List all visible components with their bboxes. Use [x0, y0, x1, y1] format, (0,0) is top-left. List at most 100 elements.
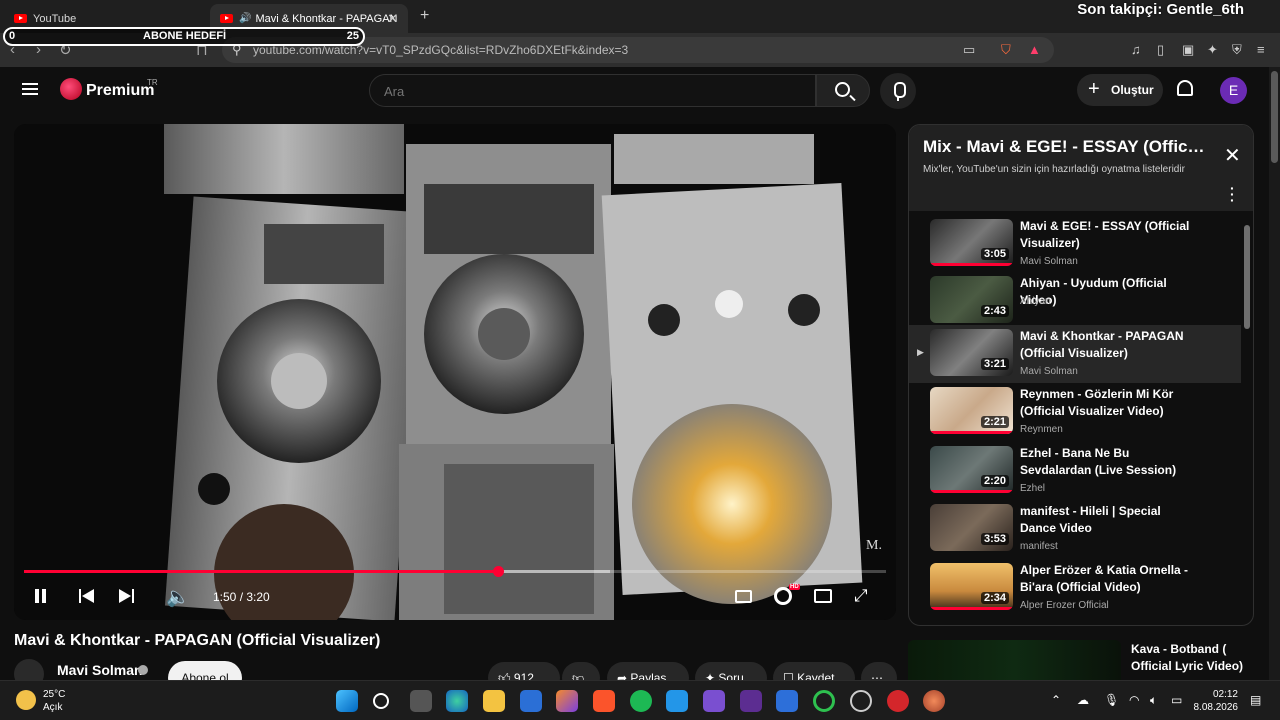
up-next-video[interactable]: Kava - Botband ( Official Lyric Video) [908, 640, 1254, 680]
playlist-item[interactable]: 2:34 Alper Erözer & Katia Ornella - Bi'a… [909, 559, 1241, 617]
app-ring-icon[interactable] [813, 690, 835, 712]
video-thumbnail[interactable]: 3:53 [930, 504, 1013, 551]
obs-icon[interactable] [850, 690, 872, 712]
playlist-item-channel: Ahiyan [1020, 296, 1051, 307]
video-player[interactable]: M. 🔈 1:50 / 3:20 HD ⤢ [14, 124, 896, 620]
video-thumbnail[interactable] [908, 640, 1121, 680]
store-icon[interactable] [520, 690, 542, 712]
tray-overflow-icon[interactable]: ⌃ [1051, 693, 1061, 707]
start-windows-icon[interactable] [336, 690, 358, 712]
notifications-bell-icon[interactable] [1177, 80, 1193, 96]
browser-menu-icon[interactable]: ≡ [1257, 42, 1265, 57]
edge-icon[interactable] [446, 690, 468, 712]
app-burst-icon[interactable] [923, 690, 945, 712]
onedrive-icon[interactable]: ☁ [1077, 693, 1089, 707]
file-explorer-icon[interactable] [483, 690, 505, 712]
sidebar-icon[interactable]: ▯ [1157, 42, 1164, 58]
weather-widget[interactable]: 25°C Açık [43, 688, 65, 714]
progress-bar[interactable] [24, 566, 886, 577]
playlist-item[interactable]: 3:53 manifest - Hileli | Special Dance V… [909, 500, 1241, 558]
new-tab-button[interactable]: + [420, 7, 429, 25]
playlist-item[interactable]: 3:05 Mavi & EGE! - ESSAY (Official Visua… [909, 215, 1241, 273]
volume-icon[interactable]: 🔈 [166, 585, 190, 609]
playlist-scrollbar[interactable] [1244, 225, 1250, 329]
media-icon[interactable]: ♫ [1131, 42, 1141, 57]
scrollbar-thumb[interactable] [1271, 71, 1278, 163]
volume-icon[interactable]: 🔈︎ [1150, 693, 1157, 708]
theater-mode-icon[interactable] [814, 589, 832, 603]
voice-search-icon[interactable] [880, 73, 916, 109]
video-frame-speakers [14, 124, 896, 620]
playlist-item[interactable]: 2:21 Reynmen - Gözlerin Mi Kör (Official… [909, 383, 1241, 441]
playlist-item-current[interactable]: ▶ 3:21 Mavi & Khontkar - PAPAGAN (Offici… [909, 325, 1241, 383]
notifications-icon[interactable]: ▤ [1250, 693, 1261, 707]
app-a-icon[interactable] [776, 690, 798, 712]
channel-name[interactable]: Mavi Solman [57, 662, 143, 678]
playlist-item-title: Mavi & Khontkar - PAPAGAN (Official Visu… [1020, 329, 1184, 360]
playlist-item-title: manifest - Hileli | Special Dance Video [1020, 504, 1161, 535]
video-thumbnail[interactable]: 2:34 [930, 563, 1013, 610]
audio-playing-icon[interactable]: 🔊 [239, 13, 251, 24]
playlist-item-channel: Ezhel [1020, 483, 1046, 494]
visual-studio-2-icon[interactable] [740, 690, 762, 712]
next-icon[interactable] [119, 588, 135, 604]
vscode-icon[interactable] [666, 690, 688, 712]
logo-text[interactable]: Premium [86, 82, 154, 100]
video-thumbnail[interactable]: 2:20 [930, 446, 1013, 493]
pause-icon[interactable] [34, 589, 48, 603]
tab-close-icon[interactable]: ✕ [387, 11, 398, 27]
video-thumbnail[interactable]: 2:21 [930, 387, 1013, 434]
search-input[interactable] [384, 84, 784, 99]
youtube-favicon-icon [220, 14, 233, 23]
brave-rewards-icon[interactable]: ▲ [1028, 42, 1041, 57]
duration: 3:21 [980, 358, 1009, 370]
search-icon[interactable] [373, 693, 389, 709]
playlist-item[interactable]: 2:20 Ezhel - Bana Ne Bu Sevdalardan (Liv… [909, 442, 1241, 500]
battery-icon[interactable]: ▭ [1171, 693, 1182, 707]
leo-ai-icon[interactable]: ✦ [1207, 42, 1218, 58]
create-button[interactable]: + Oluştur [1077, 74, 1163, 106]
subtitles-icon[interactable] [735, 590, 752, 603]
weather-moon-icon[interactable] [16, 690, 36, 710]
spotify-icon[interactable] [630, 690, 652, 712]
playlist-item-title: Alper Erözer & Katia Ornella - Bi'ara (O… [1020, 563, 1189, 594]
user-avatar[interactable]: E [1220, 77, 1247, 104]
wifi-icon[interactable]: ◠ [1129, 693, 1139, 707]
playlist-item[interactable]: 2:43 Ahiyan - Uyudum (Official Video) Ah… [909, 272, 1241, 330]
youtube-premium-logo-icon[interactable] [60, 78, 82, 100]
brave-icon[interactable] [593, 690, 615, 712]
hamburger-menu-icon[interactable] [22, 83, 38, 95]
search-box[interactable] [369, 74, 816, 107]
previous-icon[interactable] [79, 588, 95, 604]
video-thumbnail[interactable]: 2:43 [930, 276, 1013, 323]
duration: 3:05 [980, 248, 1009, 260]
visual-studio-icon[interactable] [703, 690, 725, 712]
task-view-icon[interactable] [410, 690, 432, 712]
clock[interactable]: 02:12 8.08.2026 [1194, 688, 1239, 714]
video-thumbnail[interactable]: 3:05 [930, 219, 1013, 266]
goal-target: 25 [346, 30, 359, 42]
cast-icon[interactable]: ▭ [963, 42, 975, 58]
wallet-icon[interactable]: ▣ [1182, 42, 1194, 58]
playlist-item-title: Mavi & EGE! - ESSAY (Official Visualizer… [1020, 219, 1190, 250]
playlist-title[interactable]: Mix - Mavi & EGE! - ESSAY (Official ... [923, 137, 1208, 157]
watched-bar [930, 490, 1013, 493]
playlist-item-title: Reynmen - Gözlerin Mi Kör (Official Visu… [1020, 387, 1174, 418]
fullscreen-icon[interactable]: ⤢ [854, 586, 868, 606]
close-icon[interactable]: ✕ [1224, 143, 1241, 168]
m365-icon[interactable] [556, 690, 578, 712]
youtube-header: Premium TR + Oluştur E [0, 67, 1268, 115]
vpn-icon[interactable]: ⛨ [1232, 42, 1242, 58]
goal-start: 0 [9, 30, 16, 42]
video-thumbnail[interactable]: 3:21 [930, 329, 1013, 376]
microphone-icon[interactable]: 🎙︎ [1104, 693, 1119, 707]
time-display: 1:50 / 3:20 [213, 590, 270, 604]
goal-label: ABONE HEDEFİ [143, 30, 227, 42]
search-button[interactable] [816, 74, 870, 107]
page-scrollbar[interactable] [1269, 67, 1280, 680]
playlist-subtitle: Mix'ler, YouTube'un sizin için hazırladı… [923, 164, 1185, 175]
verified-icon [138, 665, 148, 675]
recorder-icon[interactable] [887, 690, 909, 712]
brave-shield-icon[interactable]: ⛉ [1001, 42, 1011, 58]
more-vert-icon[interactable]: · · · [1230, 181, 1235, 207]
